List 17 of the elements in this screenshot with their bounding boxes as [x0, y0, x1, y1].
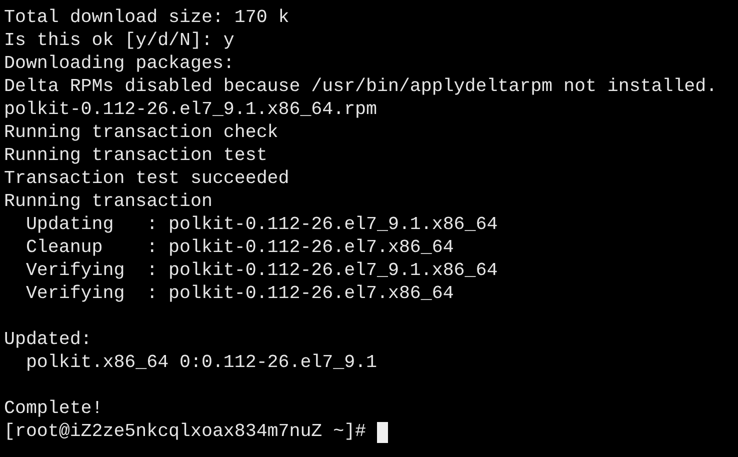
terminal-line: Verifying : polkit-0.112-26.el7.x86_64: [24, 283, 455, 306]
terminal-line: Verifying : polkit-0.112-26.el7_9.1.x86_64: [24, 260, 499, 283]
terminal-line: Total download size: 170 k: [4, 7, 290, 30]
terminal-line: Complete!: [4, 398, 104, 421]
terminal-line: Transaction test succeeded: [4, 168, 290, 191]
terminal-line: Running transaction test: [4, 145, 268, 168]
terminal-line: Running transaction check: [4, 122, 280, 145]
shell-prompt: [root@iZ2ze5nkcqlxoax834m7nuZ ~]#: [4, 421, 366, 444]
terminal-line: polkit-0.112-26.el7_9.1.x86_64.rpm: [4, 99, 378, 122]
terminal-line: Updating : polkit-0.112-26.el7_9.1.x86_64: [24, 214, 499, 237]
terminal-line: polkit.x86_64 0:0.112-26.el7_9.1: [24, 352, 378, 375]
terminal-line: Downloading packages:: [4, 53, 236, 76]
terminal-line: Delta RPMs disabled because /usr/bin/applydeltarpm not installed.: [4, 76, 718, 99]
terminal-line: Updated:: [4, 329, 93, 352]
terminal-line: Is this ok [y/d/N]: y: [4, 30, 236, 53]
terminal-line: Running transaction: [4, 191, 214, 214]
terminal-line: Cleanup : polkit-0.112-26.el7.x86_64: [24, 237, 455, 260]
